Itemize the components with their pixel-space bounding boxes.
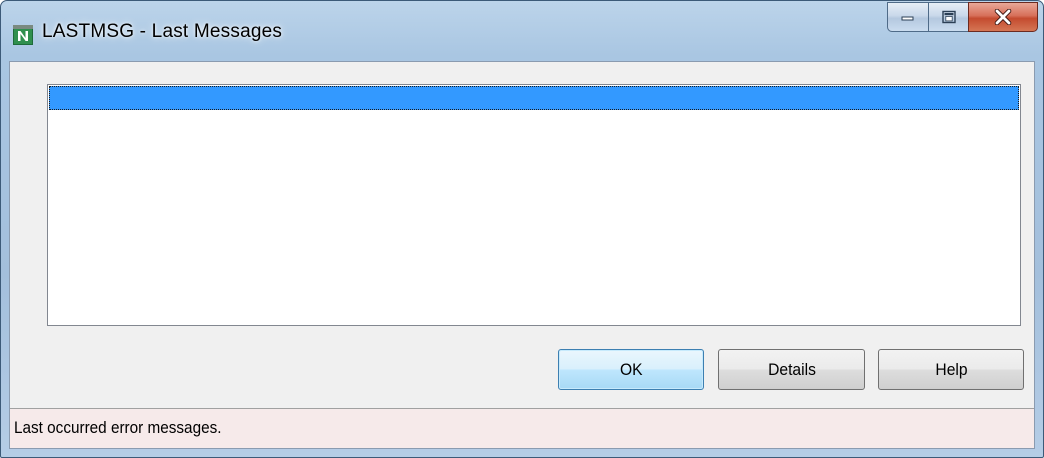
minimize-icon [901,16,914,21]
help-button-label: Help [934,359,968,379]
minimize-button[interactable] [887,2,928,32]
details-button-label: Details [767,359,816,379]
ok-button-label: OK [619,359,643,379]
messages-listbox[interactable]: HELLO 0040 NAT0305 Text string must begi… [47,84,1021,326]
title-bar[interactable]: LASTMSG - Last Messages [1,1,1043,61]
dialog-client-area: HELLO 0040 NAT0305 Text string must begi… [9,61,1035,449]
lastmsg-window: LASTMSG - Last Messages HELLO 0040 NAT03… [0,0,1044,458]
help-button[interactable]: Help [878,349,1024,390]
message-text: HELLO 0040 NAT0305 Text string must begi… [87,113,571,130]
close-button[interactable] [968,2,1038,32]
message-list-item[interactable]: HELLO 0040 NAT0305 Text string must begi… [49,86,1019,130]
maximize-button[interactable] [928,2,968,32]
maximize-icon [941,10,956,24]
status-bar: Last occurred error messages. [10,408,1034,448]
natural-n-icon [13,25,33,45]
status-text: Last occurred error messages. [14,418,222,437]
caption-buttons [887,2,1038,35]
details-button[interactable]: Details [718,349,865,390]
ok-button[interactable]: OK [558,349,704,390]
window-title: LASTMSG - Last Messages [42,21,283,42]
close-icon [994,9,1012,25]
